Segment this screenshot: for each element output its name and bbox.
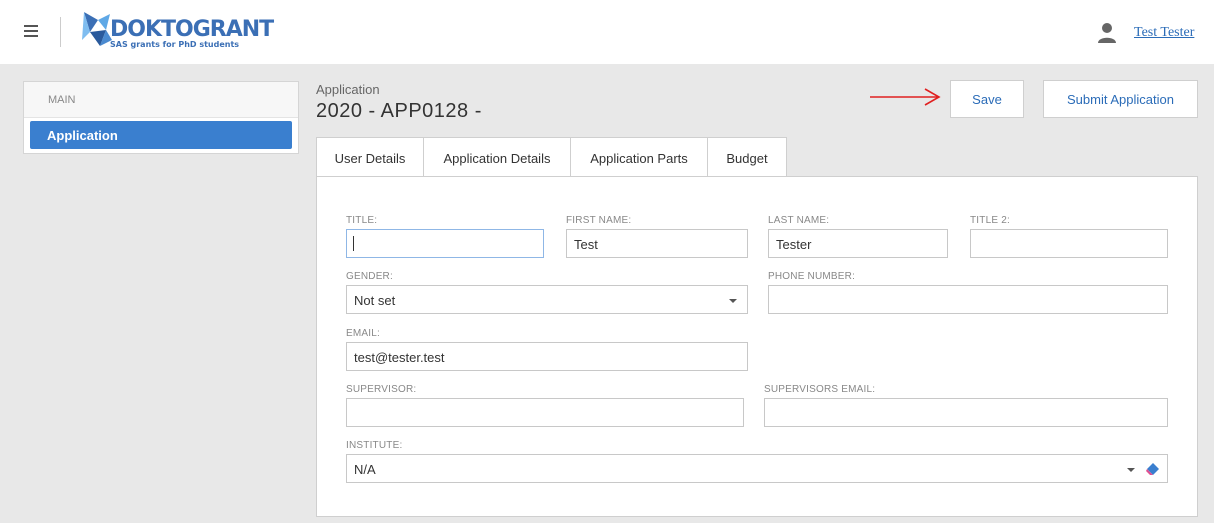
logo-text: DOKTOGRANT (110, 17, 274, 42)
sidebar-section-main: MAIN (24, 82, 298, 118)
email-input[interactable]: test@tester.test (346, 342, 748, 371)
gender-label: GENDER: (346, 271, 393, 282)
logo-text-accent: GRANT (192, 17, 274, 42)
title2-label: TITLE 2: (970, 215, 1010, 226)
eraser-icon[interactable] (1145, 461, 1161, 477)
tab-budget[interactable]: Budget (707, 137, 787, 177)
annotation-arrow-icon (870, 88, 941, 106)
save-button[interactable]: Save (950, 80, 1024, 118)
chevron-down-icon (729, 299, 737, 303)
logo-text-main: DOKTO (110, 17, 194, 42)
phone-input[interactable] (768, 285, 1168, 314)
title2-input[interactable] (970, 229, 1168, 258)
top-bar: DOKTOGRANT SAS grants for PhD students T… (0, 0, 1214, 64)
first-name-label: FIRST NAME: (566, 215, 632, 226)
sidebar-item-application[interactable]: Application (30, 121, 292, 149)
user-name-link[interactable]: Test Tester (1134, 25, 1194, 41)
page-label: Application (316, 82, 380, 97)
page-title: 2020 - APP0128 - (316, 100, 482, 122)
header-divider (60, 17, 61, 47)
hamburger-icon[interactable] (24, 25, 38, 37)
submit-application-button[interactable]: Submit Application (1043, 80, 1198, 118)
chevron-down-icon (1127, 468, 1135, 472)
supervisor-email-input[interactable] (764, 398, 1168, 427)
gender-select[interactable]: Not set (346, 285, 748, 314)
user-details-panel: TITLE: FIRST NAME: Test LAST NAME: Teste… (316, 176, 1198, 517)
phone-label: PHONE NUMBER: (768, 271, 856, 282)
text-caret (353, 236, 354, 251)
supervisor-email-label: SUPERVISORS EMAIL: (764, 384, 876, 395)
first-name-input[interactable]: Test (566, 229, 748, 258)
user-icon (1098, 23, 1116, 43)
sidebar: MAIN Application (23, 81, 299, 154)
tab-application-parts[interactable]: Application Parts (570, 137, 708, 177)
email-label: EMAIL: (346, 328, 380, 339)
supervisor-input[interactable] (346, 398, 744, 427)
tab-user-details[interactable]: User Details (316, 137, 424, 177)
institute-value: N/A (354, 462, 376, 477)
supervisor-label: SUPERVISOR: (346, 384, 417, 395)
title-label: TITLE: (346, 215, 378, 226)
institute-label: INSTITUTE: (346, 440, 403, 451)
last-name-input[interactable]: Tester (768, 229, 948, 258)
logo-subtitle: SAS grants for PhD students (110, 40, 240, 49)
title-input[interactable] (346, 229, 544, 258)
logo-mark-icon (82, 12, 112, 46)
tab-application-details[interactable]: Application Details (423, 137, 571, 177)
gender-value: Not set (354, 293, 396, 308)
institute-select[interactable]: N/A (346, 454, 1168, 483)
last-name-label: LAST NAME: (768, 215, 830, 226)
